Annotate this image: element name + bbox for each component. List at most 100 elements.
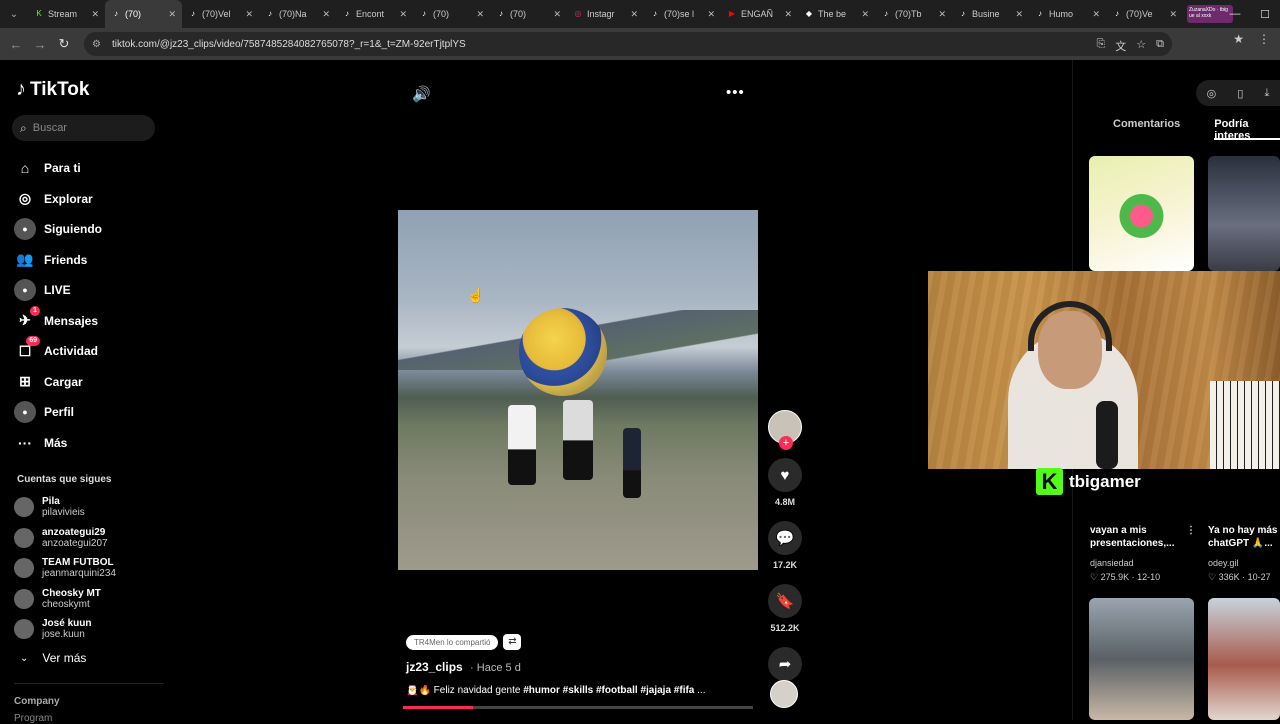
back-icon[interactable]: ← bbox=[4, 37, 28, 52]
sidebar-item-para-ti[interactable]: ⌂ Para ti bbox=[14, 153, 164, 184]
browser-tab[interactable]: ▶ ENGAÑ ✕ bbox=[721, 0, 798, 28]
sidebar-item-perfil[interactable]: ● Perfil bbox=[14, 397, 164, 428]
hashtags[interactable]: #humor #skills #football #jajaja #fifa bbox=[523, 685, 694, 696]
repost-icon[interactable]: ⇄ bbox=[503, 634, 522, 650]
like-button[interactable]: ♥ 4.8M bbox=[767, 458, 803, 507]
browser-tab[interactable]: ♪ (70)Ve ✕ bbox=[1106, 0, 1183, 28]
close-tab-icon[interactable]: ✕ bbox=[707, 9, 715, 20]
sidebar-item-actividad[interactable]: ☐ 69 Actividad bbox=[14, 336, 164, 367]
site-info-icon[interactable]: ⚙ bbox=[92, 39, 106, 50]
browser-tab[interactable]: ♪ Humo ✕ bbox=[1029, 0, 1106, 28]
follow-plus-icon[interactable]: + bbox=[779, 436, 793, 450]
bookmark-star-icon[interactable]: ☆ bbox=[1136, 38, 1146, 54]
close-tab-icon[interactable]: ✕ bbox=[399, 9, 407, 20]
tab-comments[interactable]: Comentarios bbox=[1113, 118, 1180, 140]
tab-search-icon[interactable]: ⌄ bbox=[0, 0, 28, 28]
music-disc-avatar[interactable] bbox=[770, 680, 798, 708]
microphone bbox=[1096, 401, 1118, 469]
comment-button[interactable]: 💬 17.2K bbox=[767, 521, 803, 570]
close-tab-icon[interactable]: ✕ bbox=[784, 9, 792, 20]
browser-tab[interactable]: ◆ The be ✕ bbox=[798, 0, 875, 28]
sidebar-item-más[interactable]: ··· Más bbox=[14, 428, 164, 459]
video-title[interactable]: vayan a mis presentaciones,... bbox=[1090, 524, 1182, 550]
forward-icon[interactable]: → bbox=[28, 37, 52, 52]
browser-tab[interactable]: ♪ (70)Vel ✕ bbox=[182, 0, 259, 28]
translate-icon[interactable]: 文 bbox=[1115, 38, 1126, 54]
tiktok-logo[interactable]: ♪ TikTok bbox=[16, 78, 89, 101]
company-link[interactable]: Company bbox=[14, 696, 60, 707]
sidebar-item-cargar[interactable]: ⊞ Cargar bbox=[14, 367, 164, 398]
browser-tab-strip: ⌄ K Stream ✕ ♪ (70) ✕ ♪ (70)Vel ✕ ♪ (70)Na ✕ ♪ Encont… bbox=[0, 0, 1280, 28]
following-item[interactable]: anzoategui29 anzoategui207 bbox=[14, 523, 164, 554]
close-tab-icon[interactable]: ✕ bbox=[938, 9, 946, 20]
save-button[interactable]: 🔖 512.2K bbox=[767, 584, 803, 633]
video-player[interactable] bbox=[398, 210, 758, 570]
video-thumbnail[interactable] bbox=[1089, 598, 1194, 720]
browser-tab[interactable]: ♪ (70)Na ✕ bbox=[259, 0, 336, 28]
creator-avatar[interactable]: + bbox=[768, 410, 802, 450]
tab-title: (70)Na bbox=[279, 9, 307, 19]
following-item[interactable]: Pila pilavivieis bbox=[14, 492, 164, 523]
author-handle[interactable]: jz23_clips bbox=[406, 660, 463, 674]
browser-tab[interactable]: ♪ (70)Tb ✕ bbox=[875, 0, 952, 28]
maximize-icon[interactable]: ☐ bbox=[1250, 8, 1280, 21]
video-thumbnail[interactable] bbox=[1208, 156, 1280, 271]
minimize-icon[interactable]: — bbox=[1220, 8, 1250, 20]
close-tab-icon[interactable]: ✕ bbox=[1092, 9, 1100, 20]
video-thumbnail[interactable] bbox=[1208, 598, 1280, 720]
sidebar-item-mensajes[interactable]: ✈ 1 Mensajes bbox=[14, 305, 164, 337]
close-tab-icon[interactable]: ✕ bbox=[1169, 9, 1177, 20]
close-tab-icon[interactable]: ✕ bbox=[91, 9, 99, 20]
following-item[interactable]: TEAM FUTBOL jeanmarquini234 bbox=[14, 553, 164, 584]
browser-tab[interactable]: K Stream ✕ bbox=[28, 0, 105, 28]
volume-icon[interactable]: 🔊 bbox=[412, 85, 431, 103]
browser-tab[interactable]: ♪ (70) ✕ bbox=[105, 0, 182, 28]
extensions-icon[interactable]: ⧉ bbox=[1156, 38, 1164, 54]
close-tab-icon[interactable]: ✕ bbox=[1015, 9, 1023, 20]
tab-you-may-like[interactable]: Podría interes bbox=[1214, 118, 1280, 142]
bookmarks-icon[interactable]: ★ bbox=[1233, 32, 1244, 46]
sidebar-item-siguiendo[interactable]: ● Siguiendo bbox=[14, 214, 164, 245]
more-options-icon[interactable]: ••• bbox=[726, 84, 745, 101]
close-tab-icon[interactable]: ✕ bbox=[322, 9, 330, 20]
browser-tab[interactable]: ♪ (70) ✕ bbox=[490, 0, 567, 28]
reload-icon[interactable]: ↻ bbox=[52, 36, 76, 52]
close-tab-icon[interactable]: ✕ bbox=[861, 9, 869, 20]
video-title[interactable]: Ya no hay más chatGPT 🙏... bbox=[1208, 524, 1280, 550]
download-icon[interactable]: ⤓ bbox=[1265, 87, 1270, 100]
mobile-icon[interactable]: ▯ bbox=[1237, 87, 1243, 100]
video-options-icon[interactable]: ⋮ bbox=[1186, 524, 1196, 537]
close-tab-icon[interactable]: ✕ bbox=[630, 9, 638, 20]
url-text[interactable]: tiktok.com/@jz23_clips/video/75874852840… bbox=[112, 39, 466, 50]
video-thumbnail[interactable] bbox=[1089, 156, 1194, 271]
browser-tab[interactable]: ◎ Instagr ✕ bbox=[567, 0, 644, 28]
explore-icon[interactable]: ◎ bbox=[1207, 87, 1217, 100]
browser-tab[interactable]: ♪ Encont ✕ bbox=[336, 0, 413, 28]
following-item[interactable]: José kuun jose.kuun bbox=[14, 614, 164, 645]
following-item[interactable]: Cheosky MT cheoskymt bbox=[14, 584, 164, 615]
menu-icon[interactable]: ⋮ bbox=[1258, 32, 1270, 46]
search-input[interactable]: ⌕ Buscar bbox=[12, 115, 155, 141]
browser-tab[interactable]: ♪ (70) ✕ bbox=[413, 0, 490, 28]
close-tab-icon[interactable]: ✕ bbox=[553, 9, 561, 20]
close-tab-icon[interactable]: ✕ bbox=[168, 9, 176, 20]
video-user[interactable]: odey.gil bbox=[1208, 558, 1238, 568]
video-user[interactable]: djansiedad bbox=[1090, 558, 1134, 568]
video-giant-ball bbox=[519, 308, 607, 396]
sidebar-item-explorar[interactable]: ◎ Explorar bbox=[14, 184, 164, 215]
friends-icon: 👥 bbox=[16, 251, 34, 268]
address-bar[interactable]: ⚙ tiktok.com/@jz23_clips/video/758748528… bbox=[84, 32, 1172, 56]
shared-by-pill[interactable]: TR4Men lo compartió bbox=[406, 634, 499, 650]
browser-tab[interactable]: ♪ (70)se l ✕ bbox=[644, 0, 721, 28]
close-tab-icon[interactable]: ✕ bbox=[476, 9, 484, 20]
sidebar-item-live[interactable]: ● LIVE bbox=[14, 275, 164, 306]
sidebar-item-friends[interactable]: 👥 Friends bbox=[14, 245, 164, 276]
program-link[interactable]: Program bbox=[14, 713, 52, 724]
video-progress-bar[interactable] bbox=[403, 706, 753, 709]
install-icon[interactable]: ⎘ bbox=[1096, 38, 1105, 54]
tab-favicon-icon: ♪ bbox=[422, 9, 426, 18]
see-more-button[interactable]: ⌄ Ver más bbox=[20, 651, 86, 665]
close-tab-icon[interactable]: ✕ bbox=[245, 9, 253, 20]
sidebar-item-label: Explorar bbox=[44, 191, 93, 206]
browser-tab[interactable]: ♪ Busine ✕ bbox=[952, 0, 1029, 28]
